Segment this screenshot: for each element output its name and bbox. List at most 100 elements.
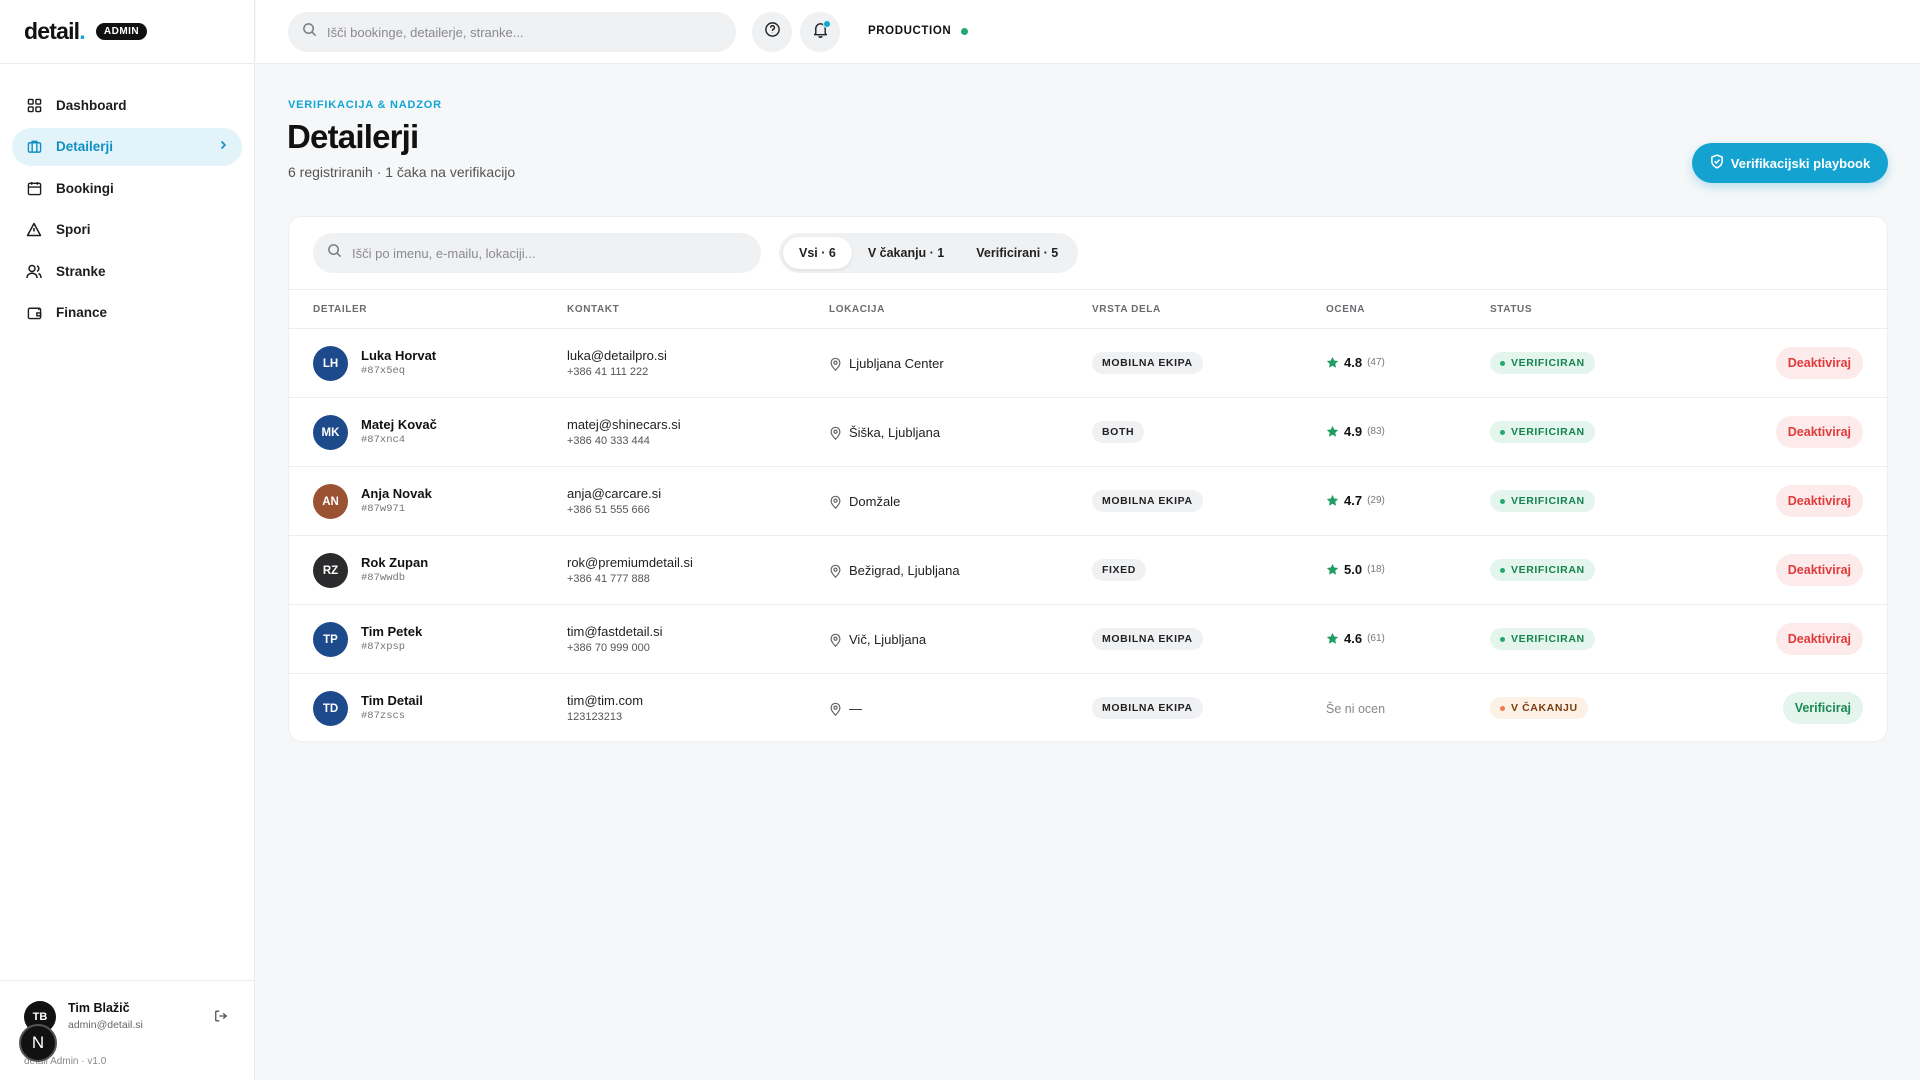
- rating: 4.7 (29): [1326, 493, 1385, 508]
- global-search[interactable]: [288, 12, 736, 52]
- detailer-name[interactable]: Matej Kovač: [361, 417, 437, 432]
- column-header-status[interactable]: STATUS: [1490, 304, 1532, 315]
- page-eyebrow: VERIFIKACIJA & NADZOR: [288, 99, 442, 111]
- location: Vič, Ljubljana: [829, 632, 926, 647]
- status-dot: [1500, 567, 1505, 573]
- detailer-id: #87xpsp: [361, 641, 406, 653]
- logout-icon[interactable]: [214, 1009, 228, 1028]
- table-row[interactable]: AN Anja Novak #87w971 anja@carcare.si +386 5…: [289, 467, 1887, 536]
- work-type-badge: BOTH: [1092, 421, 1145, 443]
- location-text: Vič, Ljubljana: [849, 632, 927, 647]
- notifications-button[interactable]: [800, 12, 840, 52]
- wallet-icon: [25, 304, 43, 322]
- detailer-id: #87zscs: [361, 710, 406, 722]
- star-icon: [1326, 425, 1339, 438]
- shield-check-icon: [1710, 154, 1724, 172]
- search-icon: [327, 243, 342, 263]
- contact-email[interactable]: tim@tim.com: [567, 693, 643, 708]
- environment-status-dot: [961, 27, 969, 35]
- admin-badge: ADMIN: [95, 23, 148, 40]
- filter-tab-pending[interactable]: V čakanju · 1: [852, 237, 960, 269]
- location-text: Bežigrad, Ljubljana: [849, 563, 960, 578]
- star-icon: [1326, 632, 1339, 645]
- table-row[interactable]: TP Tim Petek #87xpsp tim@fastdetail.si +386 …: [289, 605, 1887, 674]
- detailer-name[interactable]: Anja Novak: [361, 486, 432, 501]
- verify-button[interactable]: Verificiraj: [1782, 692, 1863, 724]
- environment-label: PRODUCTION: [868, 25, 952, 37]
- deactivate-button[interactable]: Deaktiviraj: [1775, 554, 1863, 586]
- contact-email[interactable]: luka@detailpro.si: [567, 348, 667, 363]
- status-label: VERIFICIRAN: [1511, 357, 1585, 369]
- sidebar: detail. ADMIN Dashboard Detailerji Booki…: [0, 0, 255, 1080]
- no-rating-text: Še ni ocen: [1326, 702, 1386, 716]
- table-row[interactable]: RZ Rok Zupan #87wwdb rok@premiumdetail.si +3…: [289, 536, 1887, 605]
- help-icon: [764, 21, 781, 43]
- logo[interactable]: detail.: [24, 18, 86, 45]
- notification-dot: [823, 20, 831, 28]
- sidebar-item-spori[interactable]: Spori: [12, 211, 242, 249]
- grid-icon: [25, 96, 43, 114]
- detailer-id: #87w971: [361, 503, 406, 515]
- detailer-search[interactable]: [313, 233, 761, 273]
- contact-email[interactable]: anja@carcare.si: [567, 486, 661, 501]
- environment-indicator: PRODUCTION: [868, 25, 969, 37]
- n-badge-icon[interactable]: N: [19, 1024, 57, 1062]
- avatar: RZ: [313, 553, 348, 588]
- detailers-card: Vsi · 6 V čakanju · 1 Verificirani · 5 D…: [288, 216, 1888, 742]
- global-search-input[interactable]: [327, 24, 707, 40]
- rating-value: 4.7: [1344, 493, 1363, 508]
- detailer-name[interactable]: Rok Zupan: [361, 555, 428, 570]
- filter-tab-all[interactable]: Vsi · 6: [783, 237, 852, 269]
- status-label: VERIFICIRAN: [1511, 633, 1585, 645]
- filter-tab-verified[interactable]: Verificirani · 5: [960, 237, 1074, 269]
- star-icon: [1326, 494, 1339, 507]
- sidebar-item-finance[interactable]: Finance: [12, 294, 242, 332]
- contact-email[interactable]: tim@fastdetail.si: [567, 624, 663, 639]
- column-header-detailer[interactable]: DETAILER: [313, 304, 367, 315]
- detailer-name[interactable]: Tim Detail: [361, 693, 423, 708]
- sidebar-item-detailerji[interactable]: Detailerji: [12, 127, 242, 166]
- work-type-badge: MOBILNA EKIPA: [1092, 697, 1203, 719]
- location-text: Šiška, Ljubljana: [849, 425, 941, 440]
- status-dot: [1500, 705, 1505, 711]
- contact-email[interactable]: matej@shinecars.si: [567, 417, 681, 432]
- review-count: (83): [1367, 426, 1385, 437]
- detailer-name[interactable]: Tim Petek: [361, 624, 422, 639]
- deactivate-button[interactable]: Deaktiviraj: [1775, 416, 1863, 448]
- playbook-button-label: Verifikacijski playbook: [1730, 155, 1871, 171]
- work-type-badge: MOBILNA EKIPA: [1092, 628, 1203, 650]
- avatar: AN: [313, 484, 348, 519]
- table-row[interactable]: MK Matej Kovač #87xnc4 matej@shinecars.si +3…: [289, 398, 1887, 467]
- location: Domžale: [829, 494, 900, 509]
- column-header-contact[interactable]: KONTAKT: [567, 304, 619, 315]
- help-button[interactable]: [752, 12, 792, 52]
- review-count: (29): [1367, 495, 1385, 506]
- column-header-rating[interactable]: OCENA: [1326, 304, 1365, 315]
- map-pin-icon: [829, 633, 842, 647]
- briefcase-icon: [25, 138, 43, 156]
- detailer-name[interactable]: Luka Horvat: [361, 348, 436, 363]
- table-row[interactable]: LH Luka Horvat #87x5eq luka@detailpro.si +38…: [289, 329, 1887, 398]
- sidebar-item-dashboard[interactable]: Dashboard: [12, 86, 242, 124]
- verification-playbook-button[interactable]: Verifikacijski playbook: [1692, 143, 1888, 183]
- status-badge: VERIFICIRAN: [1490, 559, 1595, 581]
- logo-row: detail. ADMIN: [0, 0, 254, 64]
- deactivate-button[interactable]: Deaktiviraj: [1775, 623, 1863, 655]
- rating-value: 4.6: [1344, 631, 1363, 646]
- rating-value: 4.8: [1344, 355, 1363, 370]
- contact-email[interactable]: rok@premiumdetail.si: [567, 555, 693, 570]
- deactivate-button[interactable]: Deaktiviraj: [1775, 485, 1863, 517]
- column-header-location[interactable]: LOKACIJA: [829, 304, 885, 315]
- sidebar-item-stranke[interactable]: Stranke: [12, 252, 242, 290]
- status-dot: [1500, 498, 1505, 504]
- deactivate-button[interactable]: Deaktiviraj: [1775, 347, 1863, 379]
- rating: 4.8 (47): [1326, 355, 1385, 370]
- status-badge: VERIFICIRAN: [1490, 628, 1595, 650]
- column-header-work-type[interactable]: VRSTA DELA: [1092, 304, 1161, 315]
- sidebar-item-bookingi[interactable]: Bookingi: [12, 169, 242, 207]
- location: —: [829, 701, 862, 716]
- warning-icon: [25, 221, 43, 239]
- work-type-badge: FIXED: [1092, 559, 1146, 581]
- detailer-search-input[interactable]: [352, 245, 732, 261]
- table-row[interactable]: TD Tim Detail #87zscs tim@tim.com 123123213 —…: [289, 674, 1887, 743]
